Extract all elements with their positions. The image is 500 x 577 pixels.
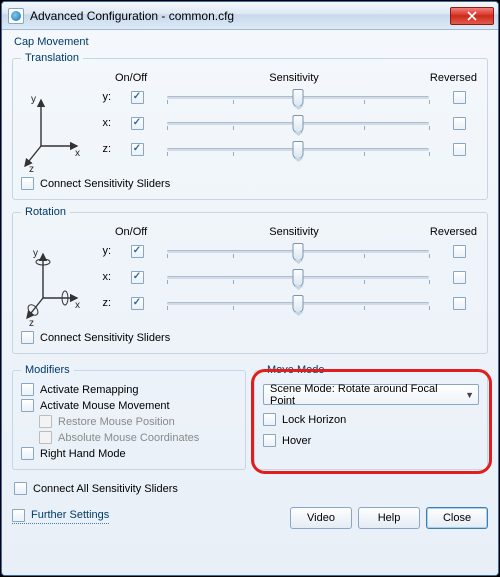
translation-group: Translation y x z On/Off Sensitiv	[12, 52, 488, 200]
dialog-window: Advanced Configuration - common.cfg Cap …	[1, 1, 499, 576]
rotation-row-y: y:	[93, 238, 479, 264]
further-settings-checkbox[interactable]	[12, 509, 25, 522]
titlebar: Advanced Configuration - common.cfg	[2, 2, 498, 30]
axis-label: z:	[93, 143, 111, 155]
translation-x-onoff-checkbox[interactable]	[131, 117, 144, 130]
header-onoff: On/Off	[115, 226, 169, 238]
restore-mouse-checkbox	[39, 415, 52, 428]
translation-header: On/Off Sensitivity Reversed	[93, 68, 479, 84]
translation-x-slider[interactable]	[167, 114, 429, 132]
lock-horizon-checkbox[interactable]	[263, 413, 276, 426]
translation-axes-icon: y x z	[21, 86, 85, 174]
activate-remapping-checkbox[interactable]	[21, 383, 34, 396]
lock-horizon-label: Lock Horizon	[282, 414, 346, 426]
svg-text:z: z	[29, 318, 34, 328]
axis-label: y:	[93, 245, 111, 257]
restore-mouse-label: Restore Mouse Position	[58, 416, 175, 428]
rotation-x-slider[interactable]	[167, 268, 429, 286]
abs-mouse-label: Absolute Mouse Coordinates	[58, 432, 199, 444]
translation-y-slider[interactable]	[167, 88, 429, 106]
translation-row-x: x:	[93, 110, 479, 136]
dialog-buttons: Video Help Close	[290, 507, 488, 529]
rotation-connect-label: Connect Sensitivity Sliders	[40, 332, 170, 344]
translation-row-y: y:	[93, 84, 479, 110]
translation-z-reversed-checkbox[interactable]	[453, 143, 466, 156]
svg-text:z: z	[29, 164, 34, 174]
move-mode-legend: Move Mode	[263, 364, 328, 376]
modifiers-legend: Modifiers	[21, 364, 74, 376]
right-hand-label: Right Hand Mode	[40, 448, 126, 460]
rotation-z-slider[interactable]	[167, 294, 429, 312]
axis-label: x:	[93, 117, 111, 129]
translation-connect-checkbox[interactable]	[21, 177, 34, 190]
connect-all-label: Connect All Sensitivity Sliders	[33, 483, 178, 495]
rotation-row-z: z:	[93, 290, 479, 316]
translation-connect-row: Connect Sensitivity Sliders	[21, 177, 479, 190]
rotation-x-onoff-checkbox[interactable]	[131, 271, 144, 284]
translation-legend: Translation	[21, 52, 83, 64]
rotation-z-reversed-checkbox[interactable]	[453, 297, 466, 310]
rotation-legend: Rotation	[21, 206, 70, 218]
modifiers-group: Modifiers Activate Remapping Activate Mo…	[12, 364, 246, 470]
svg-text:y: y	[31, 94, 36, 105]
translation-z-slider[interactable]	[167, 140, 429, 158]
header-sens: Sensitivity	[169, 72, 419, 84]
window-title: Advanced Configuration - common.cfg	[30, 9, 450, 23]
svg-text:y: y	[33, 248, 38, 259]
move-mode-selected: Scene Mode: Rotate around Focal Point	[270, 383, 465, 407]
rotation-connect-row: Connect Sensitivity Sliders	[21, 331, 479, 344]
abs-mouse-checkbox	[39, 431, 52, 444]
rotation-header: On/Off Sensitivity Reversed	[93, 222, 479, 238]
move-mode-group: Move Mode Scene Mode: Rotate around Foca…	[254, 364, 488, 470]
header-sens: Sensitivity	[169, 226, 419, 238]
svg-text:x: x	[75, 148, 80, 159]
axis-label: x:	[93, 271, 111, 283]
app-icon	[8, 8, 24, 24]
translation-connect-label: Connect Sensitivity Sliders	[40, 178, 170, 190]
translation-y-onoff-checkbox[interactable]	[131, 91, 144, 104]
header-rev: Reversed	[419, 226, 479, 238]
chevron-down-icon: ▼	[465, 390, 474, 400]
client-area: Cap Movement Translation y x z	[2, 30, 498, 575]
rotation-y-slider[interactable]	[167, 242, 429, 260]
rotation-connect-checkbox[interactable]	[21, 331, 34, 344]
help-button[interactable]: Help	[358, 507, 420, 529]
window-close-button[interactable]	[450, 7, 494, 25]
hover-label: Hover	[282, 435, 311, 447]
cap-movement-title: Cap Movement	[14, 36, 488, 48]
activate-mouse-label: Activate Mouse Movement	[40, 400, 170, 412]
connect-all-checkbox[interactable]	[14, 482, 27, 495]
rotation-y-reversed-checkbox[interactable]	[453, 245, 466, 258]
move-mode-dropdown[interactable]: Scene Mode: Rotate around Focal Point ▼	[263, 384, 479, 405]
close-button[interactable]: Close	[426, 507, 488, 529]
hover-checkbox[interactable]	[263, 434, 276, 447]
rotation-group: Rotation y x z	[12, 206, 488, 354]
translation-y-reversed-checkbox[interactable]	[453, 91, 466, 104]
translation-row-z: z:	[93, 136, 479, 162]
video-button[interactable]: Video	[290, 507, 352, 529]
further-settings-link[interactable]: Further Settings	[12, 509, 109, 524]
header-rev: Reversed	[419, 72, 479, 84]
rotation-row-x: x:	[93, 264, 479, 290]
rotation-axes-icon: y x z	[21, 240, 85, 328]
translation-x-reversed-checkbox[interactable]	[453, 117, 466, 130]
axis-label: z:	[93, 297, 111, 309]
close-icon	[467, 11, 477, 21]
translation-z-onoff-checkbox[interactable]	[131, 143, 144, 156]
activate-mouse-checkbox[interactable]	[21, 399, 34, 412]
rotation-y-onoff-checkbox[interactable]	[131, 245, 144, 258]
rotation-z-onoff-checkbox[interactable]	[131, 297, 144, 310]
further-settings-label: Further Settings	[31, 509, 109, 521]
svg-text:x: x	[75, 300, 80, 311]
rotation-x-reversed-checkbox[interactable]	[453, 271, 466, 284]
right-hand-checkbox[interactable]	[21, 447, 34, 460]
header-onoff: On/Off	[115, 72, 169, 84]
activate-remapping-label: Activate Remapping	[40, 384, 138, 396]
axis-label: y:	[93, 91, 111, 103]
